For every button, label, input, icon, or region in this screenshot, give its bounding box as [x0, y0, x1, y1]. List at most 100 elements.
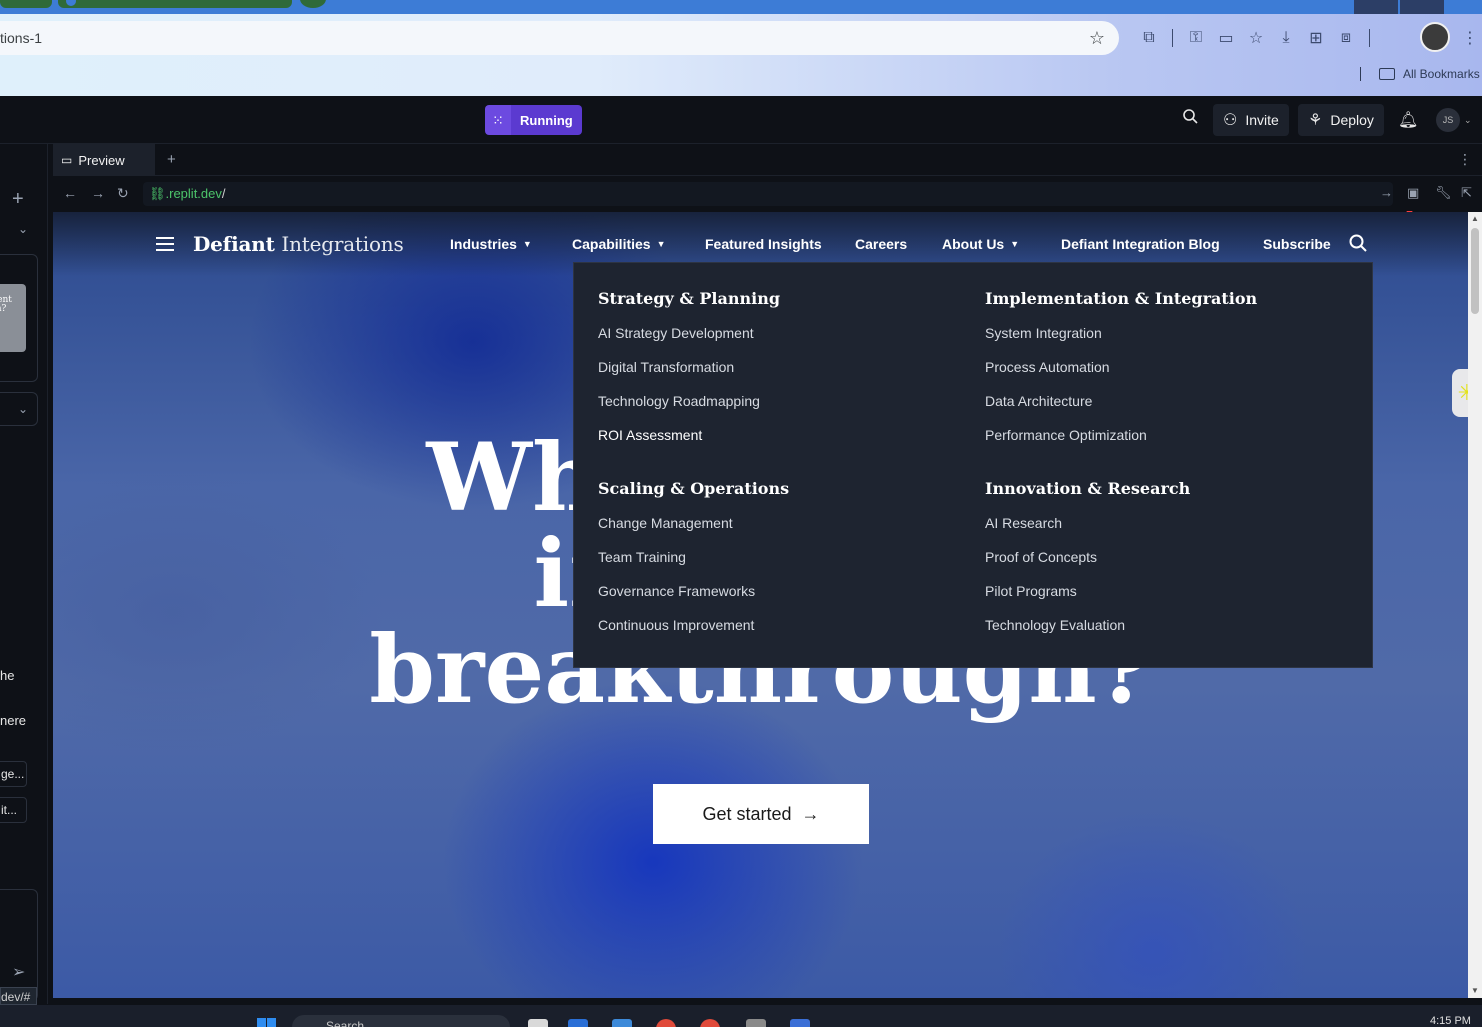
account-menu[interactable]: JS ⌄ — [1436, 108, 1472, 132]
outlook-icon[interactable] — [568, 1019, 588, 1027]
back-icon[interactable]: ← — [63, 185, 77, 201]
dropdown-section-title: Innovation & Research — [985, 479, 1191, 498]
dropdown-link[interactable]: Technology Evaluation — [985, 617, 1190, 651]
header-search[interactable] — [1182, 104, 1198, 124]
dropdown-link[interactable]: Data Architecture — [985, 393, 1257, 427]
dropdown-link[interactable]: Performance Optimization — [985, 427, 1257, 461]
chevron-down-icon: ▼ — [656, 239, 666, 249]
address-bar[interactable]: tions-1 ☆ — [0, 21, 1119, 55]
run-button-label: Running — [511, 105, 582, 135]
calendar-icon[interactable] — [790, 1019, 810, 1027]
bookmarks-bar: All Bookmarks — [1360, 67, 1480, 81]
search-icon[interactable] — [1349, 234, 1367, 252]
browser-tab[interactable] — [0, 0, 52, 8]
dropdown-link[interactable]: Digital Transformation — [598, 359, 780, 393]
download-icon[interactable]: ⤓ — [1271, 26, 1301, 50]
add-icon[interactable]: + — [12, 188, 24, 211]
edge-icon[interactable] — [612, 1019, 632, 1027]
collections-icon[interactable]: ⧈ — [1331, 26, 1361, 50]
dropdown-link[interactable]: AI Strategy Development — [598, 325, 780, 359]
taskbar-clock: 4:15 PM — [1430, 1015, 1471, 1027]
devices-icon[interactable]: ▣ — [1407, 185, 1419, 201]
invite-button[interactable]: ⚇ Invite — [1213, 104, 1289, 136]
dropdown-link[interactable]: Pilot Programs — [985, 583, 1190, 617]
dropdown-link-hovered[interactable]: ROI Assessment — [598, 427, 780, 461]
add-tab-icon[interactable]: + — [167, 151, 176, 168]
scroll-down-arrow-icon[interactable]: ▼ — [1471, 986, 1479, 995]
dropdown-link[interactable]: AI Research — [985, 515, 1190, 549]
window-maximize-button[interactable] — [1400, 0, 1444, 14]
hamburger-menu-icon[interactable] — [156, 237, 174, 251]
invite-label: Invite — [1245, 112, 1279, 128]
browser-tab-active[interactable] — [58, 0, 292, 8]
preview-url-input[interactable]: ⛓.replit.dev/ — [143, 182, 1393, 206]
dropdown-section-scaling: Scaling & Operations Change Management T… — [598, 479, 789, 651]
bookmark-star-icon[interactable]: ☆ — [1089, 28, 1105, 49]
reload-icon[interactable]: ↻ — [117, 185, 129, 202]
nav-subscribe[interactable]: Subscribe — [1263, 236, 1331, 252]
tab-preview[interactable]: ▭ Preview — [53, 144, 155, 176]
nav-blog[interactable]: Defiant Integration Blog — [1061, 236, 1220, 252]
chrome-icon[interactable] — [700, 1019, 720, 1027]
file-explorer-icon[interactable] — [528, 1019, 548, 1027]
scrollbar-thumb[interactable] — [1471, 228, 1479, 314]
extensions-icon[interactable]: ⧉ — [1134, 26, 1164, 50]
wrench-icon[interactable]: 🔧︎ — [1435, 185, 1452, 201]
nav-label: Featured Insights — [705, 236, 822, 252]
nav-careers[interactable]: Careers — [855, 236, 907, 252]
brand-name-part1: Defiant — [193, 232, 275, 256]
deploy-label: Deploy — [1330, 112, 1374, 128]
notifications-button[interactable]: 🔔︎ — [1398, 110, 1418, 130]
dropdown-link[interactable]: Team Training — [598, 549, 789, 583]
nav-about-us[interactable]: About Us ▼ — [942, 236, 1019, 252]
search-icon — [1183, 109, 1198, 124]
new-tab-button[interactable] — [300, 0, 326, 8]
website-preview: Defiant Integrations Industries ▼ Capabil… — [53, 212, 1468, 998]
chat-input-box[interactable] — [0, 889, 38, 1001]
dropdown-link[interactable]: Proof of Concepts — [985, 549, 1190, 583]
address-bar-text[interactable]: tions-1 — [0, 30, 42, 46]
go-icon[interactable]: → — [1380, 185, 1393, 200]
browser-profile-avatar[interactable] — [1420, 22, 1450, 52]
preview-thumbnail[interactable]: r ent gh? — [0, 284, 26, 352]
dropdown-link[interactable]: Continuous Improvement — [598, 617, 789, 651]
taskbar-search[interactable]: Search — [292, 1015, 510, 1027]
dropdown-link[interactable]: System Integration — [985, 325, 1257, 359]
dropdown-section-innovation: Innovation & Research AI Research Proof … — [985, 479, 1190, 651]
nav-capabilities[interactable]: Capabilities ▼ — [572, 236, 666, 252]
preview-scrollbar[interactable]: ▲ ▼ — [1468, 212, 1482, 998]
nav-label: Capabilities — [572, 236, 651, 252]
window-minimize-button[interactable] — [1354, 0, 1398, 14]
dropdown-link[interactable]: Technology Roadmapping — [598, 393, 780, 427]
chevron-down-icon[interactable]: ⌄ — [18, 402, 28, 416]
run-button[interactable]: ⁙ Running — [485, 105, 582, 135]
chrome-icon[interactable] — [656, 1019, 676, 1027]
split-view-icon[interactable]: ⊞ — [1301, 26, 1331, 50]
suggestion-chip[interactable]: ge... — [0, 761, 27, 787]
dropdown-link[interactable]: Process Automation — [985, 359, 1257, 393]
payment-card-icon[interactable]: ▭ — [1211, 26, 1241, 50]
site-logo[interactable]: Defiant Integrations — [193, 232, 404, 256]
scroll-up-arrow-icon[interactable]: ▲ — [1471, 214, 1479, 223]
deploy-button[interactable]: ⚘ Deploy — [1298, 104, 1384, 136]
password-key-icon[interactable]: ⚿ — [1181, 26, 1211, 50]
more-options-icon[interactable]: ⋮ — [1458, 151, 1472, 168]
send-icon[interactable]: ➢ — [12, 962, 25, 982]
dropdown-link[interactable]: Change Management — [598, 515, 789, 549]
dropdown-link[interactable]: Governance Frameworks — [598, 583, 789, 617]
get-started-button[interactable]: Get started → — [653, 784, 869, 844]
tab-preview-label: Preview — [78, 152, 125, 168]
suggestion-chip[interactable]: it... — [0, 797, 27, 823]
all-bookmarks-link[interactable]: All Bookmarks — [1403, 67, 1480, 81]
favorites-star-icon[interactable]: ☆ — [1241, 26, 1271, 50]
preview-url-bar: ← → ↻ ⛓.replit.dev/ → ▣ 🔧︎ ⇱ — [53, 177, 1482, 211]
windows-start-icon[interactable] — [257, 1018, 277, 1027]
chevron-down-icon[interactable]: ⌄ — [18, 222, 28, 236]
dropdown-section-title: Implementation & Integration — [985, 289, 1258, 308]
nav-featured-insights[interactable]: Featured Insights — [705, 236, 822, 252]
forward-icon[interactable]: → — [91, 185, 105, 201]
app-icon[interactable] — [746, 1019, 766, 1027]
open-new-tab-icon[interactable]: ⇱ — [1461, 185, 1472, 201]
browser-menu-icon[interactable]: ⋮ — [1462, 28, 1478, 48]
nav-industries[interactable]: Industries ▼ — [450, 236, 532, 252]
